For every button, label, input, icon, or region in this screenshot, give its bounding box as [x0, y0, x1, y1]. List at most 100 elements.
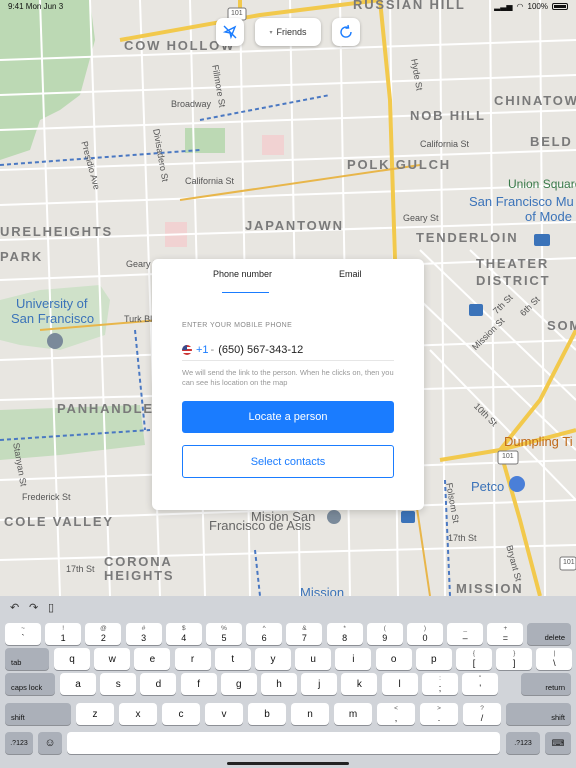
key-r-label: r [190, 653, 195, 665]
delete-key-label: delete [544, 633, 565, 642]
key-s[interactable]: s [100, 673, 137, 695]
key-t[interactable]: t [214, 648, 251, 670]
status-indicators: ▂▃▅ ◠ 100% [494, 2, 568, 11]
key-row1-3[interactable]: #3 [125, 623, 162, 645]
key-o[interactable]: o [375, 648, 412, 670]
key-row1-5[interactable]: % 5 [206, 623, 242, 645]
key-row3-sym-0[interactable]: :; [422, 673, 458, 695]
key-row1-9[interactable]: (9 [366, 623, 403, 645]
key-row2-sym-1[interactable]: }] [496, 648, 533, 670]
key-w[interactable]: w [94, 648, 131, 670]
invite-card: Phone number Email ENTER YOUR MOBILE PHO… [152, 259, 424, 510]
number-mode-key-right[interactable]: .?123 [506, 732, 540, 754]
key-v-label: v [221, 708, 227, 720]
wifi-icon: ◠ [516, 2, 524, 11]
key-row1-5-label: 5 [221, 632, 227, 643]
key-row1-1[interactable]: ! 1 [45, 623, 82, 645]
locate-person-button[interactable]: Locate a person [182, 401, 394, 433]
status-time: 9:41 Mon Jun 3 [8, 2, 64, 11]
district-label: POLK GULCH [347, 157, 451, 172]
country-code[interactable]: +1 [196, 344, 209, 356]
key-k-label: k [356, 678, 362, 690]
us-flag-icon[interactable] [182, 344, 192, 355]
refresh-button[interactable] [332, 18, 360, 46]
redo-icon[interactable]: ↷ [29, 601, 38, 614]
key-b[interactable]: b [248, 703, 286, 725]
keyboard-hide-icon: ⌨ [551, 737, 565, 748]
key-x[interactable]: x [119, 703, 157, 725]
location-off-button[interactable] [216, 18, 244, 46]
key-i[interactable]: i [335, 648, 372, 670]
key-row1-6[interactable]: ^ 6 [246, 623, 283, 645]
key-v[interactable]: v [205, 703, 243, 725]
key-u[interactable]: u [295, 648, 332, 670]
phone-field[interactable]: +1 - (650) 567-343-12 [182, 339, 394, 361]
poi-label: San Francisco [11, 311, 95, 326]
tab-email[interactable]: Email [339, 269, 362, 279]
key-h[interactable]: h [261, 673, 297, 695]
key-row1-11[interactable]: _ – [447, 623, 484, 645]
caps-lock-key-label: caps lock [11, 683, 43, 692]
key-p[interactable]: p [415, 648, 452, 670]
phone-input[interactable]: (650) 567-343-12 [218, 344, 303, 356]
key-row1-10[interactable]: ) 0 [407, 623, 443, 645]
friends-dropdown[interactable]: ▾ Friends [255, 18, 321, 46]
key-row4-sym-2-label: / [480, 712, 484, 723]
key-c[interactable]: c [162, 703, 200, 725]
emoji-key[interactable]: ☺ [38, 732, 62, 754]
key-c-label: c [178, 708, 184, 720]
key-l[interactable]: l [381, 673, 418, 695]
select-contacts-button[interactable]: Select contacts [182, 445, 394, 478]
key-row1-1-shift-label: ! [62, 624, 65, 632]
district-label: URELHEIGHTS [0, 224, 113, 239]
key-row1-12[interactable]: + = [487, 623, 524, 645]
key-row1-7-shift-label: & [302, 624, 307, 632]
paste-icon[interactable]: ▯ [48, 601, 54, 614]
number-mode-key-left[interactable]: .?123 [5, 732, 33, 754]
key-row1-8[interactable]: * 8 [326, 623, 363, 645]
key-row1-2[interactable]: @2 [85, 623, 122, 645]
key-r[interactable]: r [174, 648, 211, 670]
key-row1-7-label: 7 [301, 632, 307, 643]
key-d[interactable]: d [140, 673, 177, 695]
key-row4-sym-0[interactable]: <, [377, 703, 415, 725]
shift-right-key[interactable]: shift [506, 703, 571, 725]
tab-phone-number[interactable]: Phone number [213, 269, 272, 279]
key-row3-sym-0-label: ; [438, 682, 442, 693]
key-n[interactable]: n [291, 703, 329, 725]
key-row1-0[interactable]: ~ ` [5, 623, 41, 645]
hide-keyboard-key[interactable]: ⌨ [545, 732, 571, 754]
key-row4-sym-1-label: . [437, 712, 441, 723]
caps-lock-key[interactable]: caps lock [5, 673, 55, 695]
key-z[interactable]: z [76, 703, 114, 725]
key-e[interactable]: e [134, 648, 171, 670]
key-l-label: l [398, 678, 401, 690]
key-row2-sym-0[interactable]: {[ [456, 648, 492, 670]
chevron-down-icon: ▾ [269, 29, 273, 36]
key-row1-4[interactable]: $4 [165, 623, 202, 645]
key-row2-sym-2[interactable]: | \ [536, 648, 573, 670]
key-row4-sym-1[interactable]: >. [420, 703, 458, 725]
keyboard-toolbar: ↶ ↷ ▯ [0, 596, 576, 618]
key-j[interactable]: j [301, 673, 338, 695]
home-indicator [227, 762, 349, 765]
key-row4-sym-1-shift-label: > [437, 704, 441, 712]
shift-left-key[interactable]: shift [5, 703, 71, 725]
key-g[interactable]: g [220, 673, 257, 695]
key-m[interactable]: m [334, 703, 372, 725]
key-f[interactable]: f [180, 673, 217, 695]
return-key[interactable]: return [521, 673, 571, 695]
key-a[interactable]: a [60, 673, 96, 695]
poi-label: University of [16, 296, 88, 311]
key-y[interactable]: y [255, 648, 291, 670]
delete-key[interactable]: delete [527, 623, 571, 645]
key-g-label: g [236, 678, 242, 690]
space-key[interactable] [67, 732, 500, 754]
key-row1-7[interactable]: & 7 [286, 623, 323, 645]
key-q[interactable]: q [54, 648, 90, 670]
undo-icon[interactable]: ↶ [10, 601, 19, 614]
key-row4-sym-2[interactable]: ? / [463, 703, 501, 725]
tab-key[interactable]: tab [5, 648, 49, 670]
key-k[interactable]: k [341, 673, 378, 695]
key-row3-sym-1[interactable]: " ' [462, 673, 499, 695]
